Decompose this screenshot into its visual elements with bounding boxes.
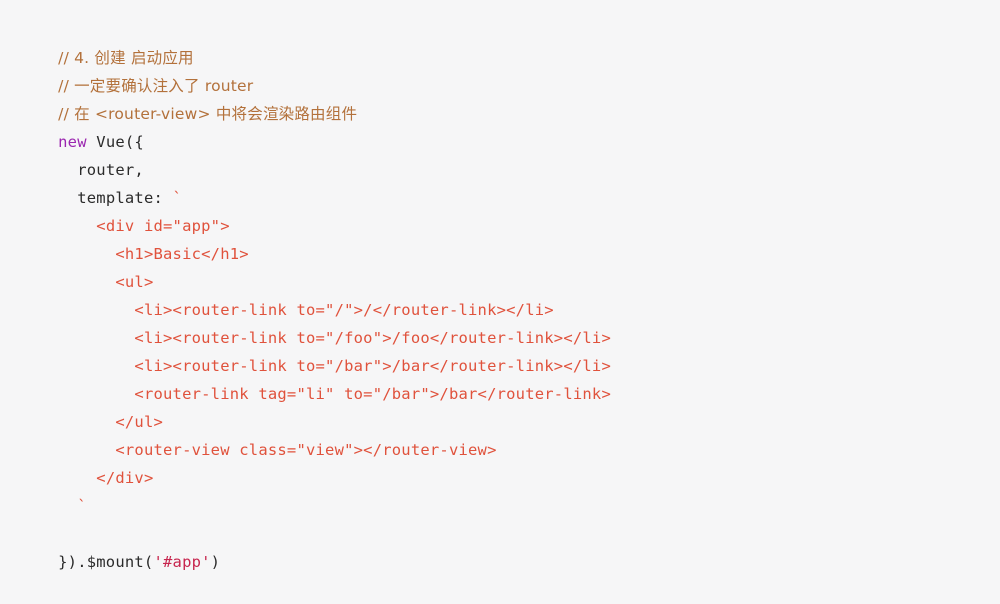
comment-token: // 一定要确认注入了 router — [58, 77, 254, 95]
code-line-1: // 4. 创建 启动应用 — [20, 16, 1000, 67]
code-line-15: <router-view class="view"></router-view> — [20, 408, 1000, 459]
comment-token: // 4. 创建 启动应用 — [58, 49, 194, 67]
code-block: // 4. 创建 启动应用 // 一定要确认注入了 router // 在 <r… — [0, 0, 1000, 571]
code-line-19: }).$mount('#app') — [20, 520, 1000, 571]
html-ul-open-token: <ul> — [115, 273, 154, 291]
router-link-root-token: <li><router-link to="/">/</router-link><… — [134, 301, 554, 319]
router-link-bar-token: <li><router-link to="/bar">/bar</router-… — [134, 357, 611, 375]
html-div-open-token: <div id="app"> — [96, 217, 230, 235]
keyword-new-token: new — [58, 133, 87, 151]
router-link-foo-token: <li><router-link to="/foo">/foo</router-… — [134, 329, 611, 347]
mount-call-suffix-token: ) — [210, 553, 221, 571]
property-template-token: template: — [77, 189, 173, 207]
mount-selector-string-token: '#app' — [153, 553, 211, 571]
code-line-10: <li><router-link to="/">/</router-link><… — [20, 268, 1000, 319]
code-line-18 — [20, 492, 1000, 520]
code-line-6: template: ` — [20, 156, 1000, 207]
html-div-close-token: </div> — [96, 469, 154, 487]
router-link-tag-li-token: <router-link tag="li" to="/bar">/bar</ro… — [134, 385, 611, 403]
comment-token: // 在 <router-view> 中将会渲染路由组件 — [58, 105, 358, 123]
router-view-token: <router-view class="view"></router-view> — [115, 441, 497, 459]
html-ul-close-token: </ul> — [115, 413, 164, 431]
backtick-close-token: ` — [77, 497, 87, 515]
code-line-17: ` — [20, 464, 1000, 515]
property-router-token: router, — [77, 161, 144, 179]
constructor-call-token: Vue({ — [86, 133, 144, 151]
html-h1-token: <h1>Basic</h1> — [115, 245, 249, 263]
backtick-open-token: ` — [172, 189, 183, 207]
mount-call-prefix-token: }).$mount( — [58, 553, 154, 571]
code-line-5: router, — [20, 128, 1000, 179]
